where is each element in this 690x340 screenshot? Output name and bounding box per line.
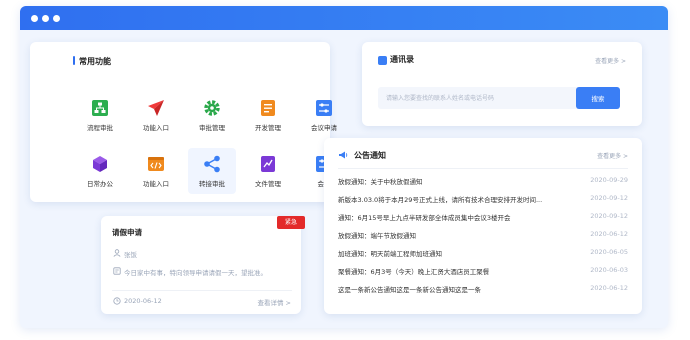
window-dot-icon[interactable] <box>42 15 49 22</box>
fn-item-label: 流程审批 <box>87 124 113 132</box>
leave-request-title: 请假申请 <box>112 228 142 237</box>
announcement-item[interactable]: 加班通知：明天前端工程师加班通知 2020-06-05 <box>338 248 628 260</box>
contact-search-input[interactable] <box>378 87 578 109</box>
directory-more-link[interactable]: 查看更多 > <box>595 56 626 65</box>
fn-item-file-management[interactable]: 文件管理 <box>244 148 292 194</box>
cube-icon <box>93 156 107 172</box>
paper-plane-icon <box>148 100 164 116</box>
gear-icon <box>204 100 220 116</box>
announcement-date: 2020-06-05 <box>590 248 628 256</box>
announcement-text: 这是一条新公告通知这是一条新公告通知这是一条 <box>338 286 481 294</box>
announcement-item[interactable]: 放假通知：端午节放假通知 2020-06-12 <box>338 230 628 242</box>
announcement-text: 加班通知：明天前端工程师加班通知 <box>338 250 442 258</box>
megaphone-icon <box>339 151 348 159</box>
share-icon <box>204 155 220 173</box>
divider <box>338 168 628 169</box>
announcement-text: 聚餐通知：6月3号（今天）晚上汇贤大酒店员工聚餐 <box>338 268 490 276</box>
urgent-badge: 紧急 <box>277 216 305 229</box>
user-icon <box>113 249 121 257</box>
announcement-text: 放假通知：关于中秋放假通知 <box>338 178 423 186</box>
announcement-text: 通知：6月15号早上九点半研发部全体成员集中会议3楼开会 <box>338 214 511 222</box>
announcements-title: 公告通知 <box>354 151 386 160</box>
announcement-date: 2020-06-03 <box>590 266 628 274</box>
announcement-date: 2020-06-12 <box>590 284 628 292</box>
fn-item-flow-approval[interactable]: 流程审批 <box>76 92 124 138</box>
sliders-icon <box>316 100 332 116</box>
fn-item-function-entry-2[interactable]: 功能入口 <box>132 148 180 194</box>
applicant-name: 张饭 <box>124 251 137 259</box>
leave-reason: 今日家中有事，特向领导申请请假一天，望批准。 <box>124 269 267 277</box>
announcement-date: 2020-09-12 <box>590 194 628 202</box>
fn-item-label: 转接审批 <box>199 180 225 188</box>
announcement-text: 放假通知：端午节放假通知 <box>338 232 416 240</box>
window-titlebar <box>20 6 668 30</box>
fn-item-label: 开发管理 <box>255 124 281 132</box>
fn-item-label: 日常办公 <box>87 180 113 188</box>
fn-item-dev-management[interactable]: 开发管理 <box>244 92 292 138</box>
window-dot-icon[interactable] <box>31 15 38 22</box>
announcement-text: 新版本3.03.0将于本月29号正式上线，请所有技术合理安排开发时间... <box>338 196 543 204</box>
announcement-date: 2020-09-29 <box>590 176 628 184</box>
announcement-item[interactable]: 放假通知：关于中秋放假通知 2020-09-29 <box>338 176 628 188</box>
fn-item-transfer-approval[interactable]: 转接审批 <box>188 148 236 194</box>
fn-item-daily-office[interactable]: 日常办公 <box>76 148 124 194</box>
title-accent-bar <box>73 56 75 65</box>
flowchart-icon <box>92 100 108 116</box>
leave-request-card[interactable]: 请假申请 紧急 张饭 今日家中有事，特向领导申请请假一天，望批准。 2020-0… <box>101 216 305 314</box>
search-button[interactable]: 搜索 <box>576 87 620 109</box>
fn-item-meeting-request[interactable]: 会议申请 <box>300 92 348 138</box>
file-chart-icon <box>261 156 275 172</box>
contacts-icon <box>378 56 387 65</box>
fn-item-label: 文件管理 <box>255 180 281 188</box>
fn-item-label: 审批管理 <box>199 124 225 132</box>
clock-icon <box>113 297 121 305</box>
fn-item-label: 功能入口 <box>143 124 169 132</box>
announcements-more-link[interactable]: 查看更多 > <box>597 151 628 160</box>
common-functions-card: 常用功能 流程审批 功能入口 审批管理 开发管理 会议申请 日常办公 功能入口 … <box>30 42 337 202</box>
fn-item-label: 会议申请 <box>311 124 337 132</box>
announcement-item[interactable]: 聚餐通知：6月3号（今天）晚上汇贤大酒店员工聚餐 2020-06-03 <box>338 266 628 278</box>
announcement-item[interactable]: 新版本3.03.0将于本月29号正式上线，请所有技术合理安排开发时间... 20… <box>338 194 628 206</box>
announcement-item[interactable]: 这是一条新公告通知这是一条新公告通知这是一条 2020-06-12 <box>338 284 628 296</box>
announcement-date: 2020-06-12 <box>590 230 628 238</box>
window-dot-icon[interactable] <box>53 15 60 22</box>
common-functions-title: 常用功能 <box>79 57 111 66</box>
announcement-item[interactable]: 通知：6月15号早上九点半研发部全体成员集中会议3楼开会 2020-09-12 <box>338 212 628 224</box>
announcements-card: 公告通知 查看更多 > 放假通知：关于中秋放假通知 2020-09-29 新版本… <box>324 138 642 314</box>
announcement-date: 2020-09-12 <box>590 212 628 220</box>
fn-item-approval-management[interactable]: 审批管理 <box>188 92 236 138</box>
divider <box>112 290 292 291</box>
document-icon <box>261 100 275 116</box>
fn-item-function-entry[interactable]: 功能入口 <box>132 92 180 138</box>
fn-item-label: 功能入口 <box>143 180 169 188</box>
leave-date: 2020-06-12 <box>124 297 162 305</box>
code-window-icon <box>148 157 164 171</box>
directory-card: 通讯录 查看更多 > 搜索 <box>362 42 642 126</box>
view-details-link[interactable]: 查看详情 > <box>257 297 291 307</box>
directory-title: 通讯录 <box>390 55 414 64</box>
note-icon <box>113 267 121 275</box>
